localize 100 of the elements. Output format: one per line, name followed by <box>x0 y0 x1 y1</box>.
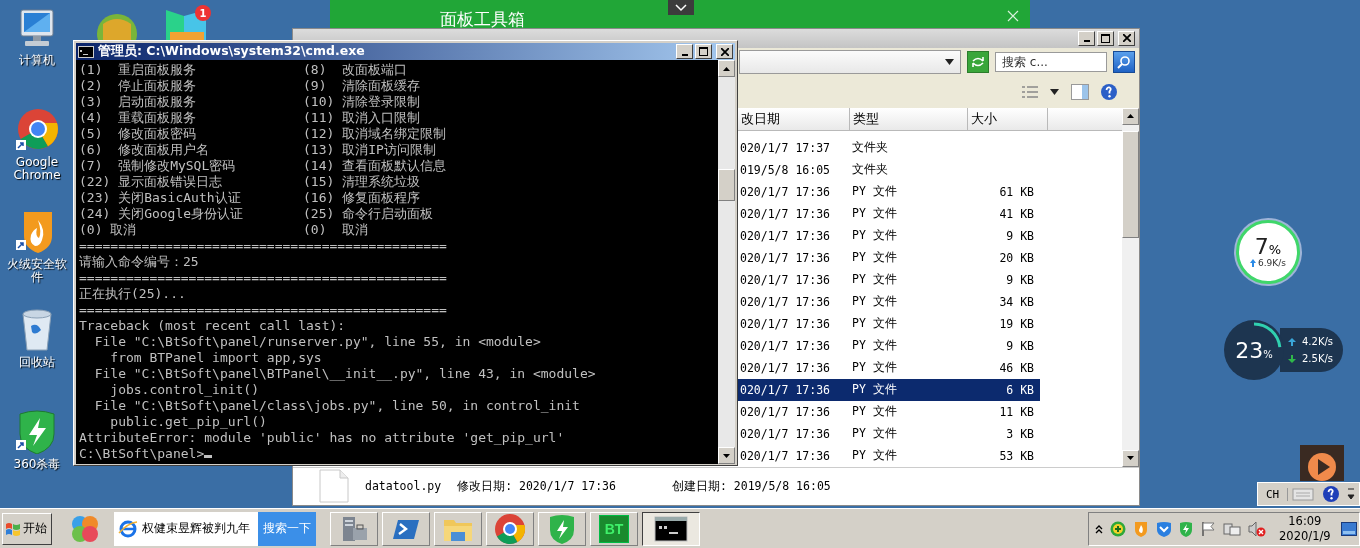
scroll-thumb[interactable] <box>718 169 735 201</box>
size-cell-text: 3 KB <box>1005 426 1035 441</box>
file-row[interactable]: 020/1/7 17:36 PY 文件 61 KB <box>738 180 1040 203</box>
modified-date: 修改日期: 2020/1/7 17:36 <box>457 478 616 494</box>
icon-label[interactable]: 火绒安全软件 <box>3 258 71 284</box>
notification-badge: 1 <box>195 5 211 21</box>
type-cell-text: PY 文件 <box>851 184 898 200</box>
date-cell-text: 020/1/7 17:36 <box>739 206 831 221</box>
console-line: AttributeError: module 'public' has no attribute 'get_pip_url' <box>79 430 566 446</box>
menu-option: (8) 改面板端口 <box>303 62 603 78</box>
console-line: File "C:\BtSoft\panel/runserver.py", line 55, in <module> <box>93 334 542 350</box>
maximize-button[interactable] <box>695 44 712 59</box>
date-cell-text: 020/1/7 17:36 <box>739 316 831 331</box>
file-row[interactable]: 020/1/7 17:36 PY 文件 34 KB <box>738 290 1040 313</box>
close-button[interactable] <box>1118 30 1135 46</box>
speaker-muted-icon[interactable] <box>1248 520 1266 537</box>
upload-icon <box>1288 337 1296 346</box>
clock-date[interactable]: 2020/1/9 <box>1279 528 1331 544</box>
prompt: C:\BtSoft\panel> <box>79 446 205 461</box>
date-cell-text: 020/1/7 17:37 <box>739 140 831 155</box>
file-row[interactable]: 020/1/7 17:36 PY 文件 41 KB <box>738 202 1040 225</box>
date-cell-text: 020/1/7 17:36 <box>739 382 831 397</box>
size-cell-text: 20 KB <box>998 250 1035 265</box>
scrollbar[interactable] <box>1122 107 1139 467</box>
file-row[interactable]: 020/1/7 17:36 PY 文件 19 KB <box>738 312 1040 335</box>
window-title: 管理员: C:\Windows\system32\cmd.exe <box>98 43 366 60</box>
file-row[interactable]: 020/1/7 17:36 PY 文件 46 KB <box>738 356 1040 379</box>
caret-icon[interactable] <box>1050 88 1059 95</box>
console-line: =============================================== <box>79 238 448 254</box>
file-row[interactable]: 020/1/7 17:36 PY 文件 6 KB <box>738 378 1040 401</box>
scroll-thumb[interactable] <box>1122 130 1139 238</box>
network-icon[interactable] <box>1223 520 1241 537</box>
minimize-button[interactable] <box>676 44 693 59</box>
column-header[interactable]: 大小 <box>968 107 1048 130</box>
file-row[interactable]: 020/1/7 17:36 PY 文件 9 KB <box>738 268 1040 291</box>
maximize-button[interactable] <box>1097 30 1114 46</box>
language-indicator[interactable]: CH <box>1258 487 1289 501</box>
date-cell-text: 020/1/7 17:36 <box>739 294 831 309</box>
start-button[interactable]: 开始 <box>2 512 52 545</box>
file-row[interactable]: 020/1/7 17:36 PY 文件 11 KB <box>738 400 1040 423</box>
flag-icon[interactable] <box>1200 520 1216 537</box>
preview-pane-icon[interactable] <box>1071 83 1089 100</box>
help-icon[interactable] <box>1321 485 1340 503</box>
icon-label[interactable]: Google Chrome <box>3 156 71 182</box>
menu-option: (12) 取消域名绑定限制 <box>303 126 603 142</box>
cpu-widget[interactable]: 7% 6.9K/s <box>1236 220 1300 284</box>
size-cell-text: 9 KB <box>1005 338 1035 353</box>
menu-option: (5) 修改面板密码 <box>79 126 303 142</box>
chevron-down-icon <box>675 3 687 12</box>
caret-icon[interactable] <box>945 58 954 65</box>
console-line: File "C:\BtSoft\panel/class\jobs.py", line 50, in control_init <box>93 398 581 414</box>
refresh-button[interactable] <box>967 50 989 73</box>
clock-time[interactable]: 16:09 <box>1288 513 1322 529</box>
type-cell-text: PY 文件 <box>851 272 898 288</box>
shield-icon[interactable] <box>1179 520 1193 537</box>
file-row[interactable]: 019/5/8 16:05 文件夹 <box>738 158 1040 181</box>
file-row[interactable]: 020/1/7 17:36 PY 文件 53 KB <box>738 444 1040 467</box>
icon-label[interactable]: 回收站 <box>3 356 71 369</box>
close-icon <box>720 47 729 56</box>
show-desktop-icon[interactable] <box>1341 521 1357 536</box>
search-button[interactable] <box>1113 50 1135 73</box>
close-icon[interactable] <box>1007 10 1019 22</box>
close-button[interactable] <box>716 44 733 59</box>
chrome-icon[interactable] <box>14 108 60 152</box>
file-row[interactable]: 020/1/7 17:37 文件夹 <box>738 136 1040 159</box>
file-row[interactable]: 020/1/7 17:36 PY 文件 9 KB <box>738 334 1040 357</box>
address-field[interactable] <box>739 49 961 74</box>
help-icon[interactable] <box>1101 83 1117 100</box>
chevron-up-icon[interactable] <box>1095 523 1103 534</box>
search-field[interactable]: 搜索 c... <box>995 51 1107 72</box>
size-cell-text: 11 KB <box>998 404 1035 419</box>
file-row[interactable]: 020/1/7 17:36 PY 文件 20 KB <box>738 246 1040 269</box>
type-cell-text: 文件夹 <box>851 162 889 178</box>
collapse-button[interactable] <box>668 0 694 15</box>
column-header[interactable]: 类型 <box>850 107 968 130</box>
size-cell-text: 19 KB <box>998 316 1035 331</box>
date-cell-text: 020/1/7 17:36 <box>739 338 831 353</box>
type-cell-text: PY 文件 <box>851 316 898 332</box>
console-line: File "C:\BtSoft\panel\BTPanel\__init__.py", line 43, in <module> <box>93 366 597 382</box>
date-cell-text: 020/1/7 17:36 <box>739 184 831 199</box>
file-row[interactable]: 020/1/7 17:36 PY 文件 3 KB <box>738 422 1040 445</box>
web-search-field[interactable]: 权健束昱辉被判九年 <box>114 511 258 546</box>
apps-icon[interactable] <box>70 513 100 544</box>
menu-option: (11) 取消入口限制 <box>303 110 603 126</box>
console-icon <box>78 45 94 58</box>
file-row[interactable]: 020/1/7 17:36 PY 文件 9 KB <box>738 224 1040 247</box>
window-title: 面板工具箱 <box>440 8 525 31</box>
taskbar-app-button[interactable] <box>642 511 700 546</box>
menu-option: (2) 停止面板服务 <box>79 78 303 94</box>
options-icon[interactable] <box>1347 487 1355 501</box>
minimize-button[interactable] <box>1078 30 1095 46</box>
scrollbar[interactable] <box>718 60 735 464</box>
shield-icon[interactable] <box>1156 520 1172 537</box>
plus-circle-icon[interactable] <box>1110 520 1126 537</box>
down-arrow-icon <box>1127 456 1134 461</box>
icon-label[interactable]: 计算机 <box>3 54 71 67</box>
media-player-icon[interactable] <box>1300 445 1344 481</box>
date-cell-text: 020/1/7 17:36 <box>739 360 831 375</box>
icon-label[interactable]: 360杀毒 <box>3 458 71 471</box>
size-cell-text: 6 KB <box>1005 382 1035 397</box>
